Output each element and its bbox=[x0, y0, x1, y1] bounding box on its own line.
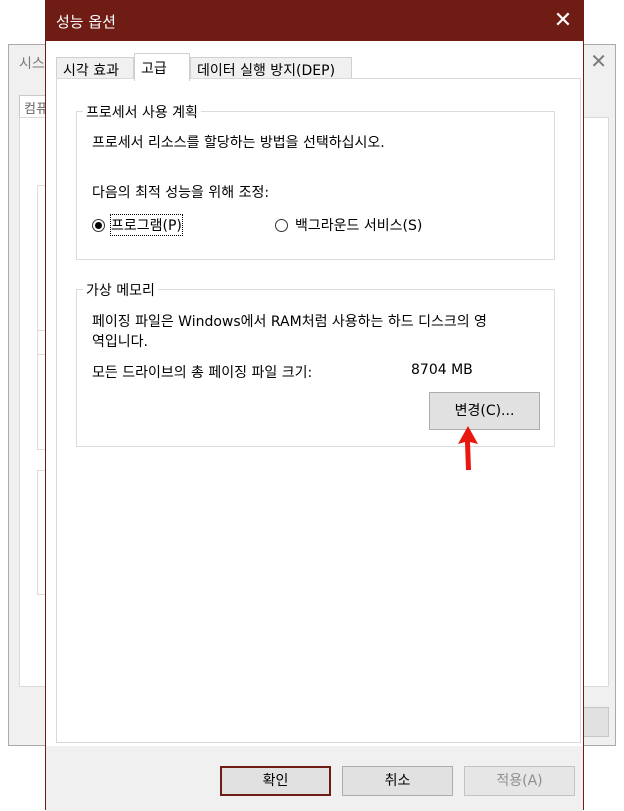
dialog-client: 시각 효과 고급 데이터 실행 방지(DEP) 프로세서 사용 계획 프로세서 … bbox=[46, 41, 583, 746]
dialog-title: 성능 옵션 bbox=[56, 13, 116, 31]
dialog-footer: 확인 취소 적용(A) bbox=[46, 746, 583, 811]
background-window-title: 시스 bbox=[19, 56, 45, 72]
virtual-memory-description-line1: 페이징 파일은 Windows에서 RAM처럼 사용하는 하드 디스크의 영 bbox=[92, 314, 487, 330]
background-close-icon: ✕ bbox=[590, 49, 607, 73]
processor-description: 프로세서 리소스를 할당하는 방법을 선택하십시오. bbox=[92, 135, 385, 151]
change-button[interactable]: 변경(C)... bbox=[429, 392, 540, 430]
apply-button[interactable]: 적용(A) bbox=[464, 766, 575, 796]
advanced-tab-panel: 프로세서 사용 계획 프로세서 리소스를 할당하는 방법을 선택하십시오. 다음… bbox=[56, 78, 581, 743]
virtual-memory-description-line2: 역입니다. bbox=[92, 334, 148, 350]
cancel-button[interactable]: 취소 bbox=[342, 766, 453, 796]
background-services-radio[interactable] bbox=[275, 219, 288, 232]
processor-group-title: 프로세서 사용 계획 bbox=[83, 102, 201, 122]
tab-advanced[interactable]: 고급 bbox=[134, 53, 190, 81]
ok-button[interactable]: 확인 bbox=[220, 766, 331, 796]
background-services-radio-label[interactable]: 백그라운드 서비스(S) bbox=[295, 215, 422, 235]
virtual-memory-group-title: 가상 메모리 bbox=[83, 280, 158, 300]
virtual-memory-group: 가상 메모리 페이징 파일은 Windows에서 RAM처럼 사용하는 하드 디… bbox=[76, 280, 555, 447]
processor-scheduling-group: 프로세서 사용 계획 프로세서 리소스를 할당하는 방법을 선택하십시오. 다음… bbox=[76, 102, 555, 260]
close-icon[interactable]: ✕ bbox=[543, 1, 583, 41]
performance-options-dialog: 성능 옵션 ✕ 시각 효과 고급 데이터 실행 방지(DEP) 프로세서 사용 … bbox=[45, 0, 584, 811]
tab-visual-effects[interactable]: 시각 효과 bbox=[56, 57, 134, 79]
tab-dep[interactable]: 데이터 실행 방지(DEP) bbox=[190, 57, 352, 79]
title-bar: 성능 옵션 ✕ bbox=[46, 1, 583, 41]
programs-radio[interactable] bbox=[92, 219, 105, 232]
programs-radio-label[interactable]: 프로그램(P) bbox=[110, 214, 183, 236]
total-paging-value: 8704 MB bbox=[411, 362, 473, 378]
total-paging-label: 모든 드라이브의 총 페이징 파일 크기: bbox=[92, 365, 313, 381]
adjust-label: 다음의 최적 성능을 위해 조정: bbox=[92, 185, 270, 201]
